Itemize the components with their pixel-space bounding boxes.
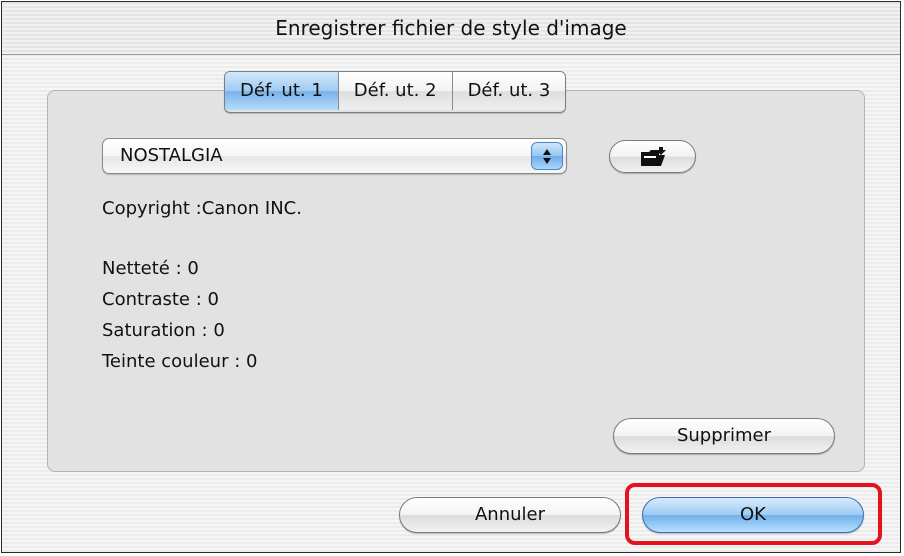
tab-bar: Déf. ut. 1 Déf. ut. 2 Déf. ut. 3	[224, 71, 567, 113]
tab-user-def-2[interactable]: Déf. ut. 2	[337, 72, 452, 110]
picture-style-select[interactable]: NOSTALGIA	[102, 138, 567, 174]
copyright-text: Copyright :Canon INC.	[102, 198, 302, 219]
dialog-window: Enregistrer fichier de style d'image Déf…	[1, 1, 901, 553]
cancel-button[interactable]: Annuler	[399, 497, 621, 533]
tab-user-def-3[interactable]: Déf. ut. 3	[451, 72, 566, 110]
contrast-text: Contraste : 0	[102, 289, 219, 310]
picture-style-value: NOSTALGIA	[120, 145, 223, 166]
sharpness-text: Netteté : 0	[102, 258, 199, 279]
saturation-text: Saturation : 0	[102, 320, 225, 341]
color-tone-text: Teinte couleur : 0	[102, 351, 258, 372]
delete-button[interactable]: Supprimer	[613, 418, 835, 454]
open-file-button[interactable]	[609, 140, 696, 173]
ok-highlight-frame	[625, 483, 882, 545]
chevron-updown-icon	[531, 142, 563, 170]
dialog-title: Enregistrer fichier de style d'image	[2, 2, 900, 55]
open-folder-icon	[641, 147, 666, 166]
tab-user-def-1[interactable]: Déf. ut. 1	[225, 72, 338, 110]
